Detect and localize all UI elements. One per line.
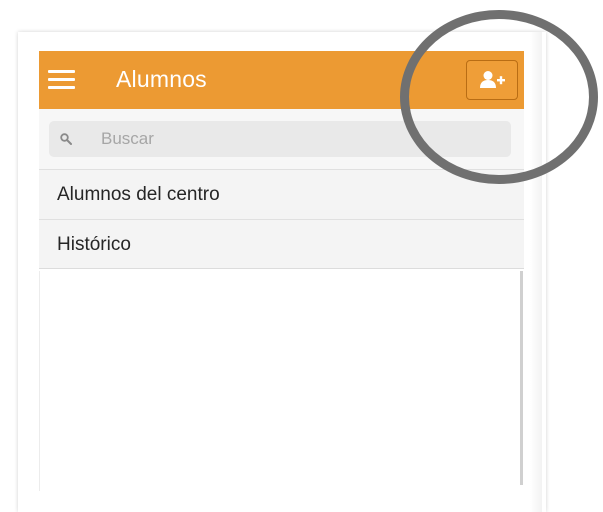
- scrollbar[interactable]: [520, 271, 523, 485]
- search-input[interactable]: [101, 127, 491, 151]
- menu-list: Alumnos del centro Histórico: [39, 169, 524, 269]
- add-user-icon: [480, 71, 505, 88]
- app-screen: Alumnos Alumnos del centro Histórico: [39, 51, 525, 491]
- hamburger-menu-icon[interactable]: [48, 70, 75, 90]
- add-user-button[interactable]: [466, 60, 518, 100]
- content-area: [39, 271, 525, 491]
- list-item-alumnos-del-centro[interactable]: Alumnos del centro: [39, 169, 524, 219]
- search-bar-container: [39, 109, 524, 169]
- list-item-label: Histórico: [57, 234, 131, 255]
- page-title: Alumnos: [116, 66, 207, 92]
- top-app-bar: Alumnos: [39, 51, 524, 109]
- search-icon: [60, 133, 72, 145]
- search-box[interactable]: [49, 121, 511, 157]
- list-item-historico[interactable]: Histórico: [39, 219, 524, 269]
- frame-shadow: [530, 32, 542, 512]
- list-item-label: Alumnos del centro: [57, 184, 220, 205]
